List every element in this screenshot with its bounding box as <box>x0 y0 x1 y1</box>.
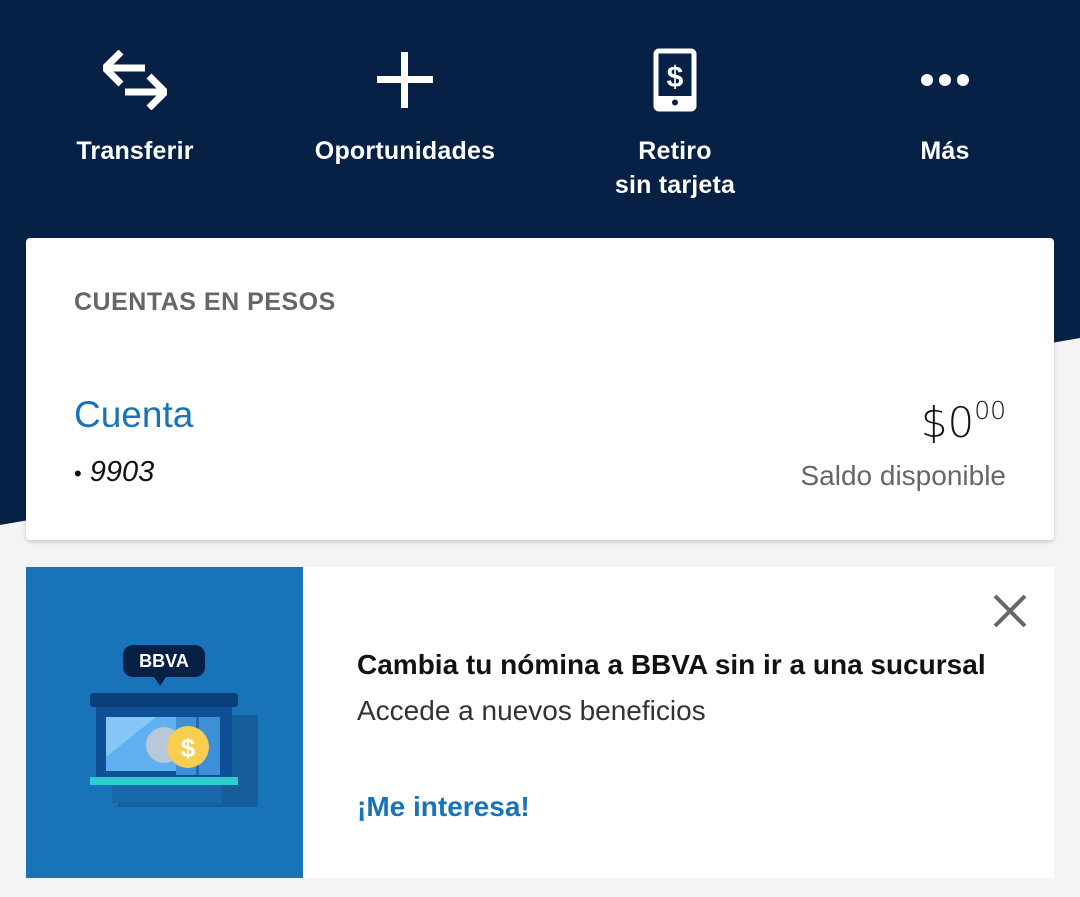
account-balance: $000 <box>920 396 1006 447</box>
section-title: CUENTAS EN PESOS <box>74 288 336 316</box>
promo-cta-link[interactable]: ¡Me interesa! <box>357 791 530 823</box>
close-button[interactable] <box>990 591 1030 631</box>
close-icon <box>993 594 1027 628</box>
more-label: Más <box>920 137 970 165</box>
more-button[interactable]: Más <box>810 40 1080 220</box>
promo-banner: $ BBVA Cambia tu nómina a BBVA sin ir a … <box>26 567 1054 878</box>
promo-title: Cambia tu nómina a BBVA sin ir a una suc… <box>357 649 986 680</box>
transfer-button[interactable]: Transferir <box>0 40 270 220</box>
account-name-link[interactable]: Cuenta <box>74 394 193 436</box>
svg-text:$: $ <box>667 61 684 94</box>
balance-amount: $0 <box>920 398 975 447</box>
svg-text:$: $ <box>181 733 196 763</box>
account-number-value: 9903 <box>89 456 155 488</box>
account-bullet: • <box>74 461 82 486</box>
plus-icon <box>365 40 445 120</box>
opportunities-button[interactable]: Oportunidades <box>270 40 540 220</box>
cardless-withdrawal-label: Retiro sin tarjeta <box>614 137 736 199</box>
phone-dollar-icon: $ <box>635 40 715 120</box>
accounts-card: CUENTAS EN PESOS Cuenta • 9903 $000 Saldo… <box>26 238 1054 540</box>
bbva-logo-text: BBVA <box>139 651 189 671</box>
transfer-label: Transferir <box>76 137 194 165</box>
account-number: • 9903 <box>74 456 154 489</box>
opportunities-label: Oportunidades <box>314 137 496 165</box>
balance-label: Saldo disponible <box>800 460 1007 491</box>
balance-cents: 00 <box>974 396 1006 425</box>
promo-subtitle: Accede a nuevos beneficios <box>357 695 706 726</box>
more-dots-icon <box>905 40 985 120</box>
transfer-arrows-icon <box>95 40 175 120</box>
promo-illustration: $ BBVA <box>26 567 303 878</box>
quick-actions-bar: Transferir Oportunidades $ Retiro sin ta… <box>0 0 1080 238</box>
cardless-withdrawal-button[interactable]: $ Retiro sin tarjeta <box>540 40 810 220</box>
